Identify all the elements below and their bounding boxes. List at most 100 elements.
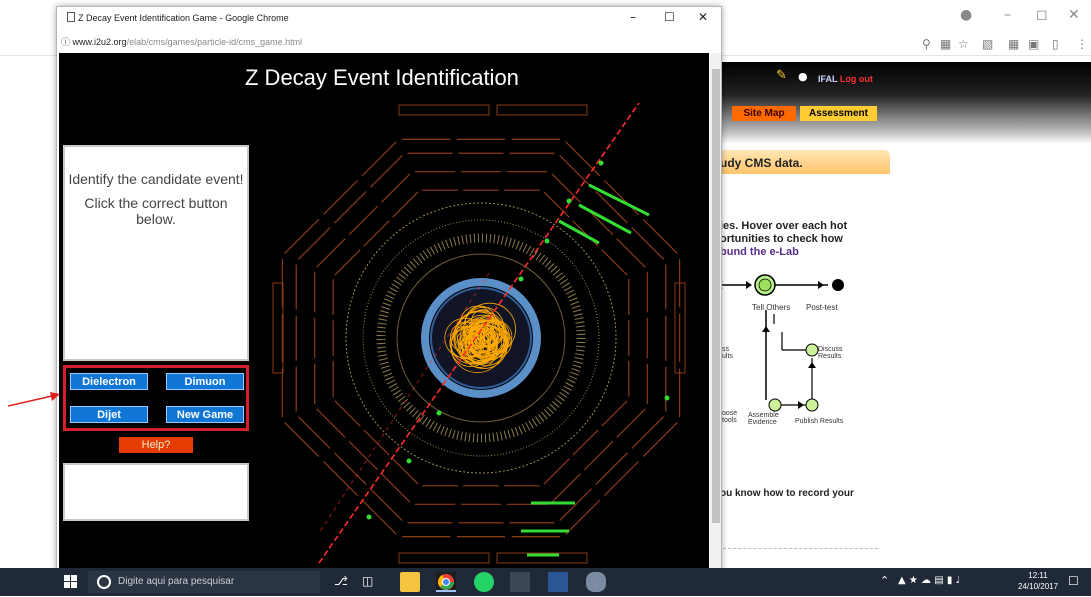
nav-assessment[interactable]: Assessment [800,106,877,121]
close-icon[interactable]: ✕ [698,10,708,24]
nav-site-map[interactable]: Site Map [732,106,796,121]
page-heading: udy CMS data. [720,156,803,170]
calorimeter-segment [559,154,592,188]
close-icon[interactable]: ✕ [1068,7,1080,23]
new-game-button[interactable]: New Game [166,406,244,423]
translate-icon[interactable]: ▦ [940,37,951,51]
microphone-icon[interactable]: ⎇ [334,574,348,588]
scrollbar-thumb[interactable] [712,69,720,523]
calorimeter-segment [642,422,678,458]
diagram-left-top: ss ults [722,346,733,360]
calorimeter-segment [334,191,367,224]
calorimeter-segment [551,173,581,203]
clock[interactable]: 12:11 24/10/2017 [1018,570,1058,592]
minimize-icon[interactable]: – [630,10,636,24]
calorimeter-segment [631,227,665,260]
calorimeter-segment [543,458,570,485]
game-canvas: Z Decay Event Identification Identify th… [59,53,709,570]
instruction-line-1: Identify the candidate event! [68,171,244,187]
calorimeter-segment [334,249,361,276]
calorimeter-segment [543,191,570,218]
word-icon[interactable] [548,572,568,592]
pencil-icon: ✎ [776,68,787,83]
calorimeter-segment [559,488,592,522]
instruction-line-2: Click the correct button below. [84,195,228,227]
calorimeter-segment [297,416,331,449]
diagram-tell-others: Tell Others [752,303,791,312]
notifications-icon[interactable]: ☐ [1068,574,1079,588]
calorimeter-segment [603,460,639,496]
calorimeter-segment [631,416,665,449]
calorimeter-segment [392,191,419,218]
calorimeter-segment [595,452,628,485]
address-bar[interactable]: ⓘ www.i2u2.org/elab/cms/games/particle-i… [61,35,302,48]
minimize-icon[interactable]: – [1004,7,1011,23]
background-banner [716,62,1091,144]
extension-icon[interactable]: ▧ [982,37,993,51]
media-icon[interactable] [510,572,530,592]
calorimeter-segment [551,473,581,503]
diagram-discuss: Discuss Results [818,346,843,360]
intro-line-2: ortunities to check how [720,233,843,245]
calorimeter-segment [297,227,331,260]
logout-link[interactable]: Log out [840,74,873,84]
key-icon[interactable]: ⚲ [922,37,931,51]
tray-chevron-icon[interactable]: ⌃ [880,574,889,587]
menu-icon[interactable]: ⋮ [1076,37,1088,51]
maximize-icon[interactable]: ☐ [664,10,675,24]
tray-icons[interactable]: ▲ ★ ☁ ▤ ▮ ♩ [898,575,960,586]
annotation-arrow [8,392,60,407]
calorimeter-segment [616,408,646,438]
diagram-left-bottom: oose tools [722,410,738,424]
bottom-text: ou know how to record your [720,488,854,499]
calorimeter-segment [381,173,411,203]
search-placeholder: Digite aqui para pesquisar [118,576,235,587]
restore-icon[interactable]: ◻ [1036,7,1048,23]
dimuon-button[interactable]: Dimuon [166,373,244,390]
calorimeter-segment [323,180,359,216]
star-icon[interactable]: ☆ [958,37,969,51]
dielectron-button[interactable]: Dielectron [70,373,148,390]
profile-icon[interactable]: ● [960,7,972,23]
diagram-assemble: Assemble Evidence [748,412,779,426]
calorimeter-segment [284,422,320,458]
whatsapp-icon[interactable] [474,572,494,592]
event-display [272,102,686,564]
help-button[interactable]: Help? [119,437,193,453]
calorimeter-segment [392,458,419,485]
app-icon[interactable] [586,572,606,592]
cortana-icon[interactable] [96,574,112,590]
clock-date: 24/10/2017 [1018,582,1059,591]
calorimeter-segment [565,141,601,177]
windows-start-icon[interactable] [64,575,78,589]
extension-icon-2[interactable]: ▦ [1008,37,1019,51]
calorimeter-segment [370,488,403,522]
calorimeter-segment [565,499,601,535]
calorimeter-segment [348,440,379,471]
calorimeter-segment [603,180,639,216]
user-icon: ● [798,70,808,83]
dijet-button[interactable]: Dijet [70,406,148,423]
info-icon[interactable]: ⓘ [61,38,70,48]
diagram-publish: Publish Results [795,418,844,425]
extension-icon-3[interactable]: ▣ [1028,37,1039,51]
instruction-box: Identify the candidate event! Click the … [63,145,249,361]
answer-buttons-panel: Dielectron Dimuon Dijet New Game [63,365,249,431]
elab-link[interactable]: bund the e-Lab [720,246,799,258]
file-explorer-icon[interactable] [400,572,420,592]
calorimeter-segment [348,205,379,236]
chrome-icon[interactable] [436,572,456,592]
calorimeter-segment [381,473,411,503]
diagram-post-test: Post-test [806,303,838,312]
url-host: www.i2u2.org [72,37,127,47]
extension-icon-4[interactable]: ▯ [1052,37,1059,51]
calorimeter-segment [642,218,678,254]
calorimeter-segment [316,408,346,438]
calorimeter-segment [316,238,346,268]
calorimeter-segment [601,249,628,276]
task-view-icon[interactable]: ◫ [362,574,373,588]
page-icon [67,12,75,22]
calorimeter-segment [583,440,614,471]
calorimeter-segment [323,460,359,496]
popup-title: Z Decay Event Identification Game - Goog… [78,13,289,23]
